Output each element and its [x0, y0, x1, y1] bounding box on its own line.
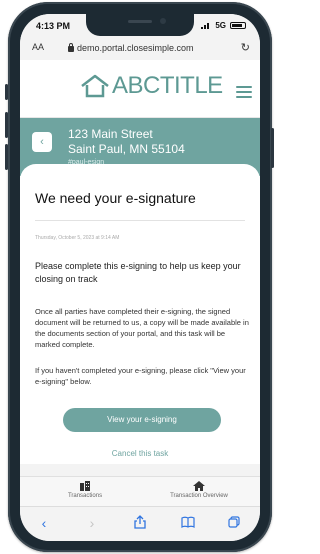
front-camera — [160, 18, 166, 24]
share-icon[interactable] — [130, 515, 150, 532]
status-indicators: 5G — [201, 21, 246, 30]
tab-transaction-overview[interactable]: Transaction Overview — [154, 481, 244, 499]
app-tab-bar: Transactions Transaction Overview — [20, 476, 260, 506]
tab-transactions[interactable]: Transactions — [50, 481, 120, 499]
back-button[interactable]: ‹ — [32, 132, 52, 152]
divider — [35, 220, 245, 221]
tabs-icon[interactable] — [224, 515, 244, 531]
reload-icon[interactable]: ↻ — [241, 41, 250, 54]
share-glyph — [134, 515, 146, 529]
battery-icon — [230, 22, 246, 29]
logo-text: ABCTITLE — [112, 72, 223, 99]
property-city: Saint Paul, MN 55104 — [68, 142, 185, 156]
task-instructions: If you haven't completed your e-signing,… — [35, 366, 246, 386]
buildings-icon — [80, 481, 90, 491]
chevron-left-icon: ‹ — [40, 136, 44, 148]
url-display[interactable]: demo.portal.closesimple.com — [68, 43, 194, 53]
browser-url-bar[interactable]: AA demo.portal.closesimple.com ↻ — [20, 38, 260, 60]
phone-screen: 4:13 PM 5G AA demo.portal.closesimple.co… — [20, 14, 260, 541]
lock-icon — [68, 43, 74, 52]
signal-icon — [201, 23, 210, 29]
house-icon — [193, 481, 205, 491]
site-header: ABCTITLE — [20, 60, 260, 118]
notch — [86, 14, 194, 36]
safari-toolbar: ‹ › — [20, 506, 260, 541]
network-label: 5G — [215, 21, 226, 30]
task-title: We need your e-signature — [35, 190, 196, 206]
text-size-button[interactable]: AA — [32, 42, 44, 52]
power-button — [271, 128, 274, 168]
task-timestamp: Thursday, October 5, 2023 at 9:14 AM — [35, 235, 120, 241]
task-description: Once all parties have completed their e-… — [35, 307, 249, 349]
cancel-task-link[interactable]: Cancel this task — [20, 449, 260, 458]
volume-up-button — [5, 112, 8, 138]
task-intro: Please complete this e-signing to help u… — [35, 261, 241, 284]
speaker — [128, 20, 152, 23]
view-esigning-button[interactable]: View your e-signing — [63, 408, 221, 432]
url-text: demo.portal.closesimple.com — [77, 43, 194, 53]
book-glyph — [181, 516, 195, 528]
tab-transaction-overview-label: Transaction Overview — [170, 493, 228, 499]
hamburger-menu-icon[interactable] — [236, 86, 252, 98]
status-time: 4:13 PM — [36, 21, 71, 31]
forward-arrow-icon[interactable]: › — [82, 515, 102, 531]
task-card: We need your e-signature Thursday, Octob… — [20, 164, 260, 464]
house-icon — [81, 74, 109, 98]
logo[interactable]: ABCTITLE — [80, 72, 223, 100]
bookmarks-icon[interactable] — [178, 515, 198, 531]
back-arrow-icon[interactable]: ‹ — [34, 515, 54, 531]
tab-transactions-label: Transactions — [67, 493, 103, 499]
volume-down-button — [5, 144, 8, 170]
property-street: 123 Main Street — [68, 127, 153, 141]
tabs-glyph — [228, 516, 240, 528]
mute-switch — [5, 84, 8, 100]
